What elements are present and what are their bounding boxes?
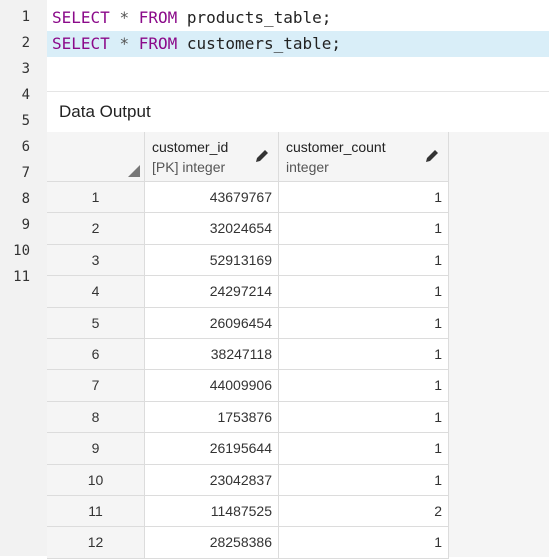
pencil-icon[interactable] xyxy=(424,148,440,164)
sql-star: * xyxy=(119,8,130,27)
table-row[interactable]: 11 11487525 2 xyxy=(47,496,449,528)
line-number-gutter: 1 2 3 4 5 6 7 8 9 10 11 xyxy=(0,0,47,556)
customer-count-cell[interactable]: 1 xyxy=(279,276,449,308)
column-header-customer-id[interactable]: customer_id [PK] integer xyxy=(145,132,279,182)
line-number: 7 xyxy=(21,165,30,181)
customer-id-cell[interactable]: 44009906 xyxy=(145,370,279,402)
customer-id-cell[interactable]: 38247118 xyxy=(145,339,279,371)
customer-id-cell[interactable]: 52913169 xyxy=(145,244,279,277)
line-number: 2 xyxy=(21,35,30,51)
row-number-cell[interactable]: 10 xyxy=(47,464,145,496)
customer-id-cell[interactable]: 26096454 xyxy=(145,307,279,339)
table-row[interactable]: 12 28258386 1 xyxy=(47,527,449,559)
customer-id-cell[interactable]: 32024654 xyxy=(145,213,279,245)
table-row[interactable]: 7 44009906 1 xyxy=(47,370,449,402)
customer-count-cell[interactable]: 1 xyxy=(279,339,449,371)
column-type: [PK] integer xyxy=(152,159,226,175)
customer-id-cell[interactable]: 11487525 xyxy=(145,496,279,528)
data-output-panel: Data Output customer_id [PK] integer cus… xyxy=(47,91,549,559)
customer-id-cell[interactable]: 23042837 xyxy=(145,464,279,496)
row-number-cell[interactable]: 1 xyxy=(47,182,145,214)
customer-count-cell[interactable]: 1 xyxy=(279,307,449,339)
row-number-cell[interactable]: 9 xyxy=(47,433,145,465)
line-number: 3 xyxy=(21,61,30,77)
row-number-header[interactable] xyxy=(47,132,145,182)
customer-count-cell[interactable]: 2 xyxy=(279,496,449,528)
customer-id-cell[interactable]: 24297214 xyxy=(145,276,279,308)
sql-keyword: FROM xyxy=(138,8,178,27)
line-number: 10 xyxy=(13,243,30,259)
result-grid[interactable]: customer_id [PK] integer customer_count … xyxy=(47,132,549,559)
table-row[interactable]: 2 32024654 1 xyxy=(47,213,449,245)
customer-id-cell[interactable]: 28258386 xyxy=(145,527,279,559)
table-row[interactable]: 6 38247118 1 xyxy=(47,339,449,371)
line-number: 6 xyxy=(21,139,30,155)
customer-id-cell[interactable]: 43679767 xyxy=(145,182,279,214)
customer-count-cell[interactable]: 1 xyxy=(279,213,449,245)
table-row[interactable]: 9 26195644 1 xyxy=(47,433,449,465)
row-number-cell[interactable]: 4 xyxy=(47,276,145,308)
line-number: 1 xyxy=(21,9,30,25)
table-row[interactable]: 5 26096454 1 xyxy=(47,307,449,339)
row-number-cell[interactable]: 2 xyxy=(47,213,145,245)
customer-count-cell[interactable]: 1 xyxy=(279,182,449,214)
table-row[interactable]: 4 24297214 1 xyxy=(47,276,449,308)
row-number-cell[interactable]: 8 xyxy=(47,401,145,434)
customer-count-cell[interactable]: 1 xyxy=(279,401,449,434)
customer-count-cell[interactable]: 1 xyxy=(279,527,449,559)
sql-table-name: products_table; xyxy=(186,8,332,27)
code-line[interactable]: SELECT * FROM products_table; xyxy=(47,5,549,31)
table-row[interactable]: 8 1753876 1 xyxy=(47,401,449,434)
line-number: 4 xyxy=(21,87,30,103)
table-row[interactable]: 10 23042837 1 xyxy=(47,464,449,496)
row-number-cell[interactable]: 12 xyxy=(47,527,145,559)
column-header-customer-count[interactable]: customer_count integer xyxy=(279,132,449,182)
sql-keyword: SELECT xyxy=(52,8,110,27)
row-number-cell[interactable]: 11 xyxy=(47,496,145,528)
column-name: customer_count xyxy=(286,139,386,155)
line-number: 8 xyxy=(21,191,30,207)
customer-id-cell[interactable]: 1753876 xyxy=(145,401,279,434)
sql-star: * xyxy=(119,34,130,53)
pencil-icon[interactable] xyxy=(254,148,270,164)
customer-id-cell[interactable]: 26195644 xyxy=(145,433,279,465)
customer-count-cell[interactable]: 1 xyxy=(279,244,449,277)
panel-title: Data Output xyxy=(59,102,151,121)
row-number-cell[interactable]: 6 xyxy=(47,339,145,371)
line-number: 11 xyxy=(13,269,30,285)
row-number-cell[interactable]: 7 xyxy=(47,370,145,402)
table-row[interactable]: 1 43679767 1 xyxy=(47,182,449,214)
code-line-active[interactable]: SELECT * FROM customers_table; xyxy=(47,31,549,57)
customer-count-cell[interactable]: 1 xyxy=(279,464,449,496)
customer-count-cell[interactable]: 1 xyxy=(279,433,449,465)
customer-count-cell[interactable]: 1 xyxy=(279,370,449,402)
line-number: 5 xyxy=(21,113,30,129)
line-number: 9 xyxy=(21,217,30,233)
row-number-cell[interactable]: 3 xyxy=(47,244,145,277)
table-row[interactable]: 3 52913169 1 xyxy=(47,244,449,277)
column-type: integer xyxy=(286,159,329,175)
sql-keyword: FROM xyxy=(138,34,178,53)
sort-triangle-icon xyxy=(128,165,140,177)
sql-keyword: SELECT xyxy=(52,34,110,53)
column-name: customer_id xyxy=(152,139,229,155)
row-number-cell[interactable]: 5 xyxy=(47,307,145,339)
sql-table-name: customers_table; xyxy=(186,34,342,53)
